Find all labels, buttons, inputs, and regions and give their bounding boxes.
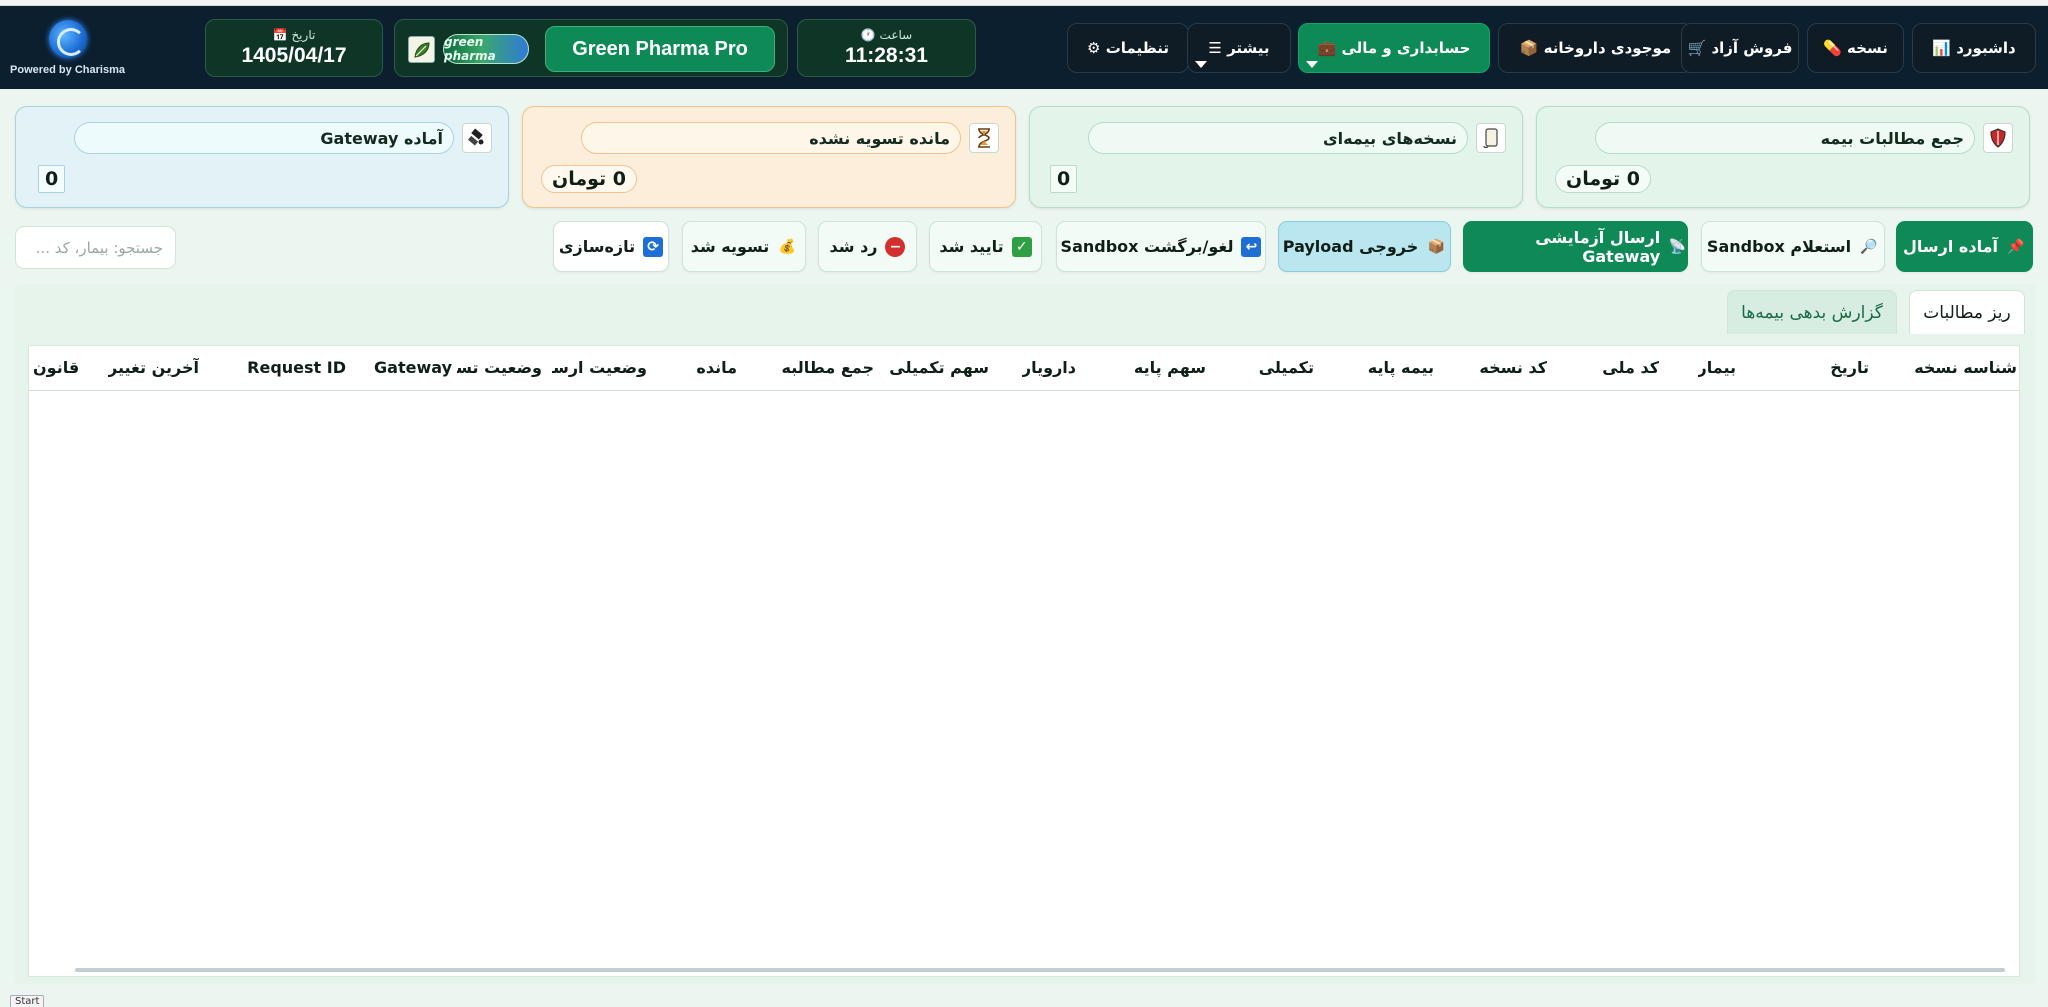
nav-free-sale-label: 🛒 فروش آزاد [1687,39,1793,57]
leaf-icon [408,36,435,63]
button-label: تایید شد [939,237,1004,256]
button-label: ارسال آزمایشی Gateway [1535,227,1661,266]
button-label: رد شد [829,237,878,256]
column-header-remaining[interactable]: مانده [696,358,737,377]
clock-display: 🕐 ساعت 11:28:31 [797,19,976,77]
button-label: لغو/برگشت Sandbox [1060,237,1234,256]
nav-more-label: ☰ بیشتر [1208,39,1270,57]
hourglass-icon [969,123,999,153]
top-header: Powered by Charisma 📅 تاریخ 1405/04/17 g… [0,6,2048,89]
scroll-icon [1476,123,1506,153]
horizontal-scrollbar[interactable] [75,968,2005,972]
column-header-rx-id[interactable]: شناسه نسخه [1914,358,2017,377]
nav-free-sale-button[interactable]: 🛒 فروش آزاد [1681,23,1799,73]
card-title: مانده تسویه نشده [581,122,961,154]
column-header-claim-total[interactable]: جمع مطالبه [782,358,875,377]
nav-accounting-label: 💼 حسابداری و مالی [1317,39,1471,57]
column-header-settle-status[interactable]: وضعیت تسویه [457,358,542,377]
satellite-icon: 📡 [1668,238,1687,255]
magnifier-icon: 🔎 [1860,238,1878,255]
column-header-date[interactable]: تاریخ [1830,358,1869,377]
column-header-national-code[interactable]: کد ملی [1602,358,1659,377]
check-icon: ✓ [1011,236,1032,257]
search-input[interactable] [15,226,176,269]
refresh-button[interactable]: ⟳ تازه‌سازی [553,221,669,272]
start-tag: Start [10,995,45,1007]
no-entry-icon: − [885,236,906,257]
chevron-down-icon [1306,61,1318,68]
nav-inventory-button[interactable]: 📦 موجودی داروخانه [1498,23,1693,73]
nav-prescription-label: 💊 نسخه [1823,39,1888,57]
table-header-row: شناسه نسخه تاریخ بیمار کد ملی کد نسخه بی… [29,346,2019,391]
package-icon: 📦 [1427,238,1445,255]
settled-button[interactable]: 💰 تسویه شد [682,221,806,272]
nav-settings-button[interactable]: ⚙ تنظیمات [1067,23,1189,73]
chevron-down-icon [1195,61,1207,68]
card-value: 0 تومان [541,165,638,193]
card-insurance-claims-total: جمع مطالبات بیمه 0 تومان [1536,106,2030,208]
column-header-patient[interactable]: بیمار [1698,358,1736,377]
column-header-base-share[interactable]: سهم پایه [1134,358,1206,377]
column-header-send-status[interactable]: وضعیت ارسال [552,358,647,377]
date-label: 📅 تاریخ [272,28,316,42]
claims-table: شناسه نسخه تاریخ بیمار کد ملی کد نسخه بی… [28,345,2020,977]
money-bag-icon: 💰 [778,238,797,255]
card-title: جمع مطالبات بیمه [1595,122,1975,154]
satellite-icon [462,123,492,153]
payload-export-button[interactable]: 📦 خروجی Payload [1278,221,1451,272]
nav-inventory-label: 📦 موجودی داروخانه [1519,39,1672,57]
column-header-law[interactable]: قانون [33,358,79,377]
column-header-supplementary[interactable]: تکمیلی [1259,358,1314,377]
card-value: 0 [38,165,66,193]
return-arrow-icon: ↩ [1241,236,1262,257]
charisma-logo-icon [48,19,87,58]
date-value: 1405/04/17 [241,44,347,67]
column-header-supp-share[interactable]: سهم تکمیلی [889,358,989,377]
button-label: تسویه شد [690,237,770,256]
column-header-last-change[interactable]: آخرین تغییر [108,358,199,377]
nav-prescription-button[interactable]: 💊 نسخه [1807,23,1904,73]
button-label: آماده ارسال [1903,237,1998,256]
nav-dashboard-button[interactable]: 📊 داشبورد [1912,23,2036,73]
shield-icon [1983,123,2013,153]
card-title: نسخه‌های بیمه‌ای [1088,122,1468,154]
app-branding-box: green pharma Green Pharma Pro [394,19,788,77]
card-value: 0 [1050,165,1078,193]
card-insured-prescriptions: نسخه‌های بیمه‌ای 0 [1029,106,1523,208]
pushpin-icon: 📌 [2007,238,2025,255]
column-header-gateway[interactable]: Gateway [374,358,452,377]
brand-area: Powered by Charisma [0,6,135,89]
sandbox-cancel-button[interactable]: ↩ لغو/برگشت Sandbox [1056,221,1266,272]
clock-label: 🕐 ساعت [860,28,913,42]
nav-more-button[interactable]: ☰ بیشتر [1187,23,1291,73]
app-name-pill[interactable]: Green Pharma Pro [545,26,775,72]
sandbox-inquiry-button[interactable]: 🔎 استعلام Sandbox [1701,221,1885,272]
refresh-icon: ⟳ [643,236,664,257]
card-unsettled: مانده تسویه نشده 0 تومان [522,106,1016,208]
tab-claims-detail[interactable]: ریز مطالبات [1909,290,2025,334]
tab-insurance-debt-report[interactable]: گزارش بدهی بیمه‌ها [1727,290,1897,334]
nav-dashboard-label: 📊 داشبورد [1932,39,2016,57]
column-header-pharmacist[interactable]: دارویار [1022,358,1076,377]
green-pharma-logo: green pharma [443,34,529,64]
rejected-button[interactable]: − رد شد [818,221,917,272]
card-title: آماده Gateway [74,122,454,154]
date-display: 📅 تاریخ 1405/04/17 [205,19,383,77]
column-header-rx-code[interactable]: کد نسخه [1479,358,1547,377]
clock-value: 11:28:31 [845,44,928,67]
powered-by-text: Powered by Charisma [10,63,125,76]
card-gateway-ready: آماده Gateway 0 [15,106,509,208]
ready-to-send-button[interactable]: 📌 آماده ارسال [1896,221,2033,272]
gateway-test-send-button[interactable]: 📡 ارسال آزمایشی Gateway [1463,221,1688,272]
nav-accounting-button[interactable]: 💼 حسابداری و مالی [1298,23,1490,73]
approved-button[interactable]: ✓ تایید شد [929,221,1042,272]
nav-settings-label: ⚙ تنظیمات [1087,39,1169,57]
column-header-base-insurance[interactable]: بیمه پایه [1368,358,1434,377]
button-label: خروجی Payload [1282,237,1419,256]
column-header-request-id[interactable]: Request ID [247,358,346,377]
button-label: استعلام Sandbox [1706,237,1852,256]
button-label: تازه‌سازی [558,237,636,256]
card-value: 0 تومان [1555,165,1652,193]
